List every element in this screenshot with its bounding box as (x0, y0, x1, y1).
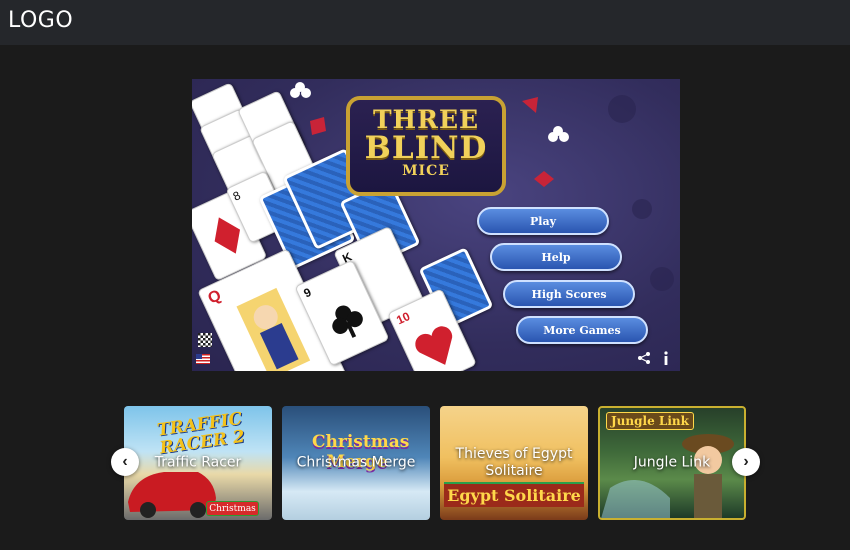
game-title-line1: THREE (372, 105, 480, 134)
card-rank: 8 (230, 188, 243, 204)
more-games-button[interactable]: More Games (516, 316, 648, 344)
publisher-logo (198, 333, 212, 347)
game-title-badge: THREE BLIND MICE (346, 96, 506, 196)
site-logo[interactable]: LOGO (8, 8, 73, 33)
chevron-right-icon: › (743, 453, 749, 470)
game-tile-christmas-merge[interactable]: Christmas Merge Christmas Merge (282, 406, 430, 520)
help-button[interactable]: Help (490, 243, 622, 271)
info-icon[interactable] (658, 350, 674, 366)
us-flag-icon[interactable] (196, 354, 210, 364)
category-badge: Christmas (206, 501, 259, 516)
tile-label: Thieves of Egypt Solitaire (455, 446, 573, 479)
high-scores-button[interactable]: High Scores (503, 280, 635, 308)
carousel-next-button[interactable]: › (732, 448, 760, 476)
top-header: LOGO (0, 0, 850, 45)
play-button[interactable]: Play (477, 207, 609, 235)
tile-label: Christmas Merge (296, 454, 416, 471)
share-icon[interactable] (636, 350, 652, 366)
tile-label: Traffic Racer (154, 454, 242, 471)
tile-art-title: Egypt Solitaire (444, 482, 584, 507)
tile-label: Jungle Link (633, 454, 711, 471)
game-tile-thieves-of-egypt[interactable]: Egypt Solitaire Thieves of Egypt Solitai… (440, 406, 588, 520)
carousel-prev-button[interactable]: ‹ (111, 448, 139, 476)
chevron-left-icon: ‹ (122, 453, 128, 470)
game-title-line2: BLIND (364, 130, 488, 166)
game-tile-jungle-link[interactable]: Jungle Link Jungle Link (598, 406, 746, 520)
